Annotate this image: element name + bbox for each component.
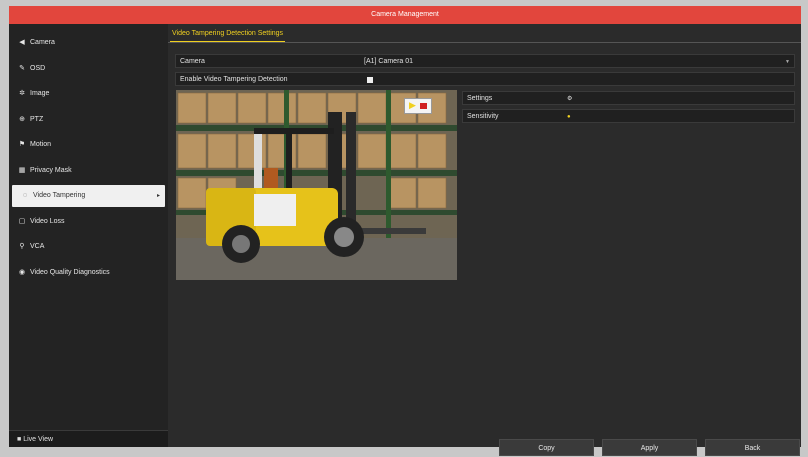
sidebar-item-ptz[interactable]: ⊕ PTZ: [9, 109, 168, 131]
stop-icon: [420, 103, 427, 109]
tab-divider: [168, 42, 801, 43]
sidebar-item-privacy-mask[interactable]: ▦ Privacy Mask: [9, 160, 168, 182]
sidebar-item-label: Image: [30, 90, 50, 97]
live-view-button[interactable]: ■ Live View: [9, 430, 168, 447]
sensitivity-label: Sensitivity: [467, 113, 499, 120]
sidebar-item-label: Video Loss: [30, 217, 65, 225]
settings-gear-icon[interactable]: ⚙: [567, 92, 572, 106]
enable-label: Enable Video Tampering Detection: [180, 76, 288, 83]
vca-icon: ⚲: [19, 243, 25, 250]
sidebar-item-video-quality-diagnostics[interactable]: ◉ Video Quality Diagnostics: [9, 262, 168, 284]
sensitivity-row: Sensitivity ●: [462, 109, 795, 123]
play-icon: ▶: [409, 100, 416, 110]
camera-select[interactable]: [A1] Camera 01: [364, 55, 413, 69]
enable-row: Enable Video Tampering Detection: [175, 72, 795, 86]
tab-video-tampering-settings[interactable]: Video Tampering Detection Settings: [170, 27, 286, 42]
sidebar-item-label: Camera: [30, 39, 55, 46]
pen-icon: ✎: [19, 64, 25, 72]
sidebar-item-image[interactable]: ✲ Image: [9, 83, 168, 105]
sidebar-item-label: Video Tampering: [33, 192, 86, 199]
tampering-area-indicator: ▶: [404, 98, 432, 114]
sidebar-item-motion[interactable]: ⚑ Motion: [9, 134, 168, 156]
sidebar-item-osd[interactable]: ✎ OSD: [9, 58, 168, 80]
sidebar-item-video-loss[interactable]: ▢ Video Loss: [9, 211, 168, 233]
sensitivity-slider[interactable]: ●: [567, 110, 571, 124]
sidebar-item-camera[interactable]: ◀ Camera: [9, 32, 168, 54]
sidebar-item-label: Video Quality Diagnostics: [30, 268, 110, 276]
chevron-right-icon: ▸: [156, 193, 160, 199]
diagnostics-icon: ◉: [18, 268, 26, 276]
copy-button[interactable]: Copy: [499, 439, 594, 456]
apply-button[interactable]: Apply: [602, 439, 697, 456]
checkbox-icon: [367, 77, 373, 83]
sidebar-item-label: Privacy Mask: [30, 166, 72, 174]
back-button[interactable]: Back: [705, 439, 800, 456]
sidebar-item-label: VCA: [30, 243, 45, 250]
window-title: Camera Management: [9, 6, 801, 24]
settings-row: Settings ⚙: [462, 91, 795, 105]
sidebar: ◀ Camera ✎ OSD ✲ Image ⊕ PTZ ⚑ Motion ▦ Privacy Mas…: [9, 24, 168, 447]
live-view-icon: ■: [17, 436, 22, 443]
tampering-icon: ◌: [22, 192, 28, 199]
main-panel: Video Tampering Detection Settings Camer…: [168, 24, 801, 456]
mask-icon: ▦: [18, 166, 26, 174]
camera-icon: ◀: [19, 39, 25, 46]
video-loss-icon: ▢: [18, 217, 26, 225]
sidebar-item-label: OSD: [30, 64, 46, 72]
motion-icon: ⚑: [18, 141, 26, 148]
sidebar-item-video-tampering[interactable]: ◌ Video Tampering ▸: [12, 185, 165, 207]
forklift-warehouse-image: [176, 90, 457, 280]
ptz-icon: ⊕: [19, 115, 25, 123]
video-preview[interactable]: ▶: [176, 90, 457, 280]
sidebar-item-label: Motion: [30, 141, 52, 148]
camera-management-window: Camera Management ◀ Camera ✎ OSD ✲ Image ⊕ PTZ ⚑…: [9, 6, 801, 456]
image-icon: ✲: [19, 90, 25, 97]
camera-label: Camera: [180, 58, 205, 65]
chevron-down-icon[interactable]: ▼: [785, 55, 790, 69]
settings-label: Settings: [467, 95, 493, 102]
sidebar-item-vca[interactable]: ⚲ VCA: [9, 236, 168, 258]
camera-row: Camera [A1] Camera 01 ▼: [175, 54, 795, 68]
live-view-label: Live View: [23, 436, 54, 443]
sidebar-item-label: PTZ: [30, 115, 44, 123]
enable-checkbox[interactable]: [367, 73, 373, 89]
